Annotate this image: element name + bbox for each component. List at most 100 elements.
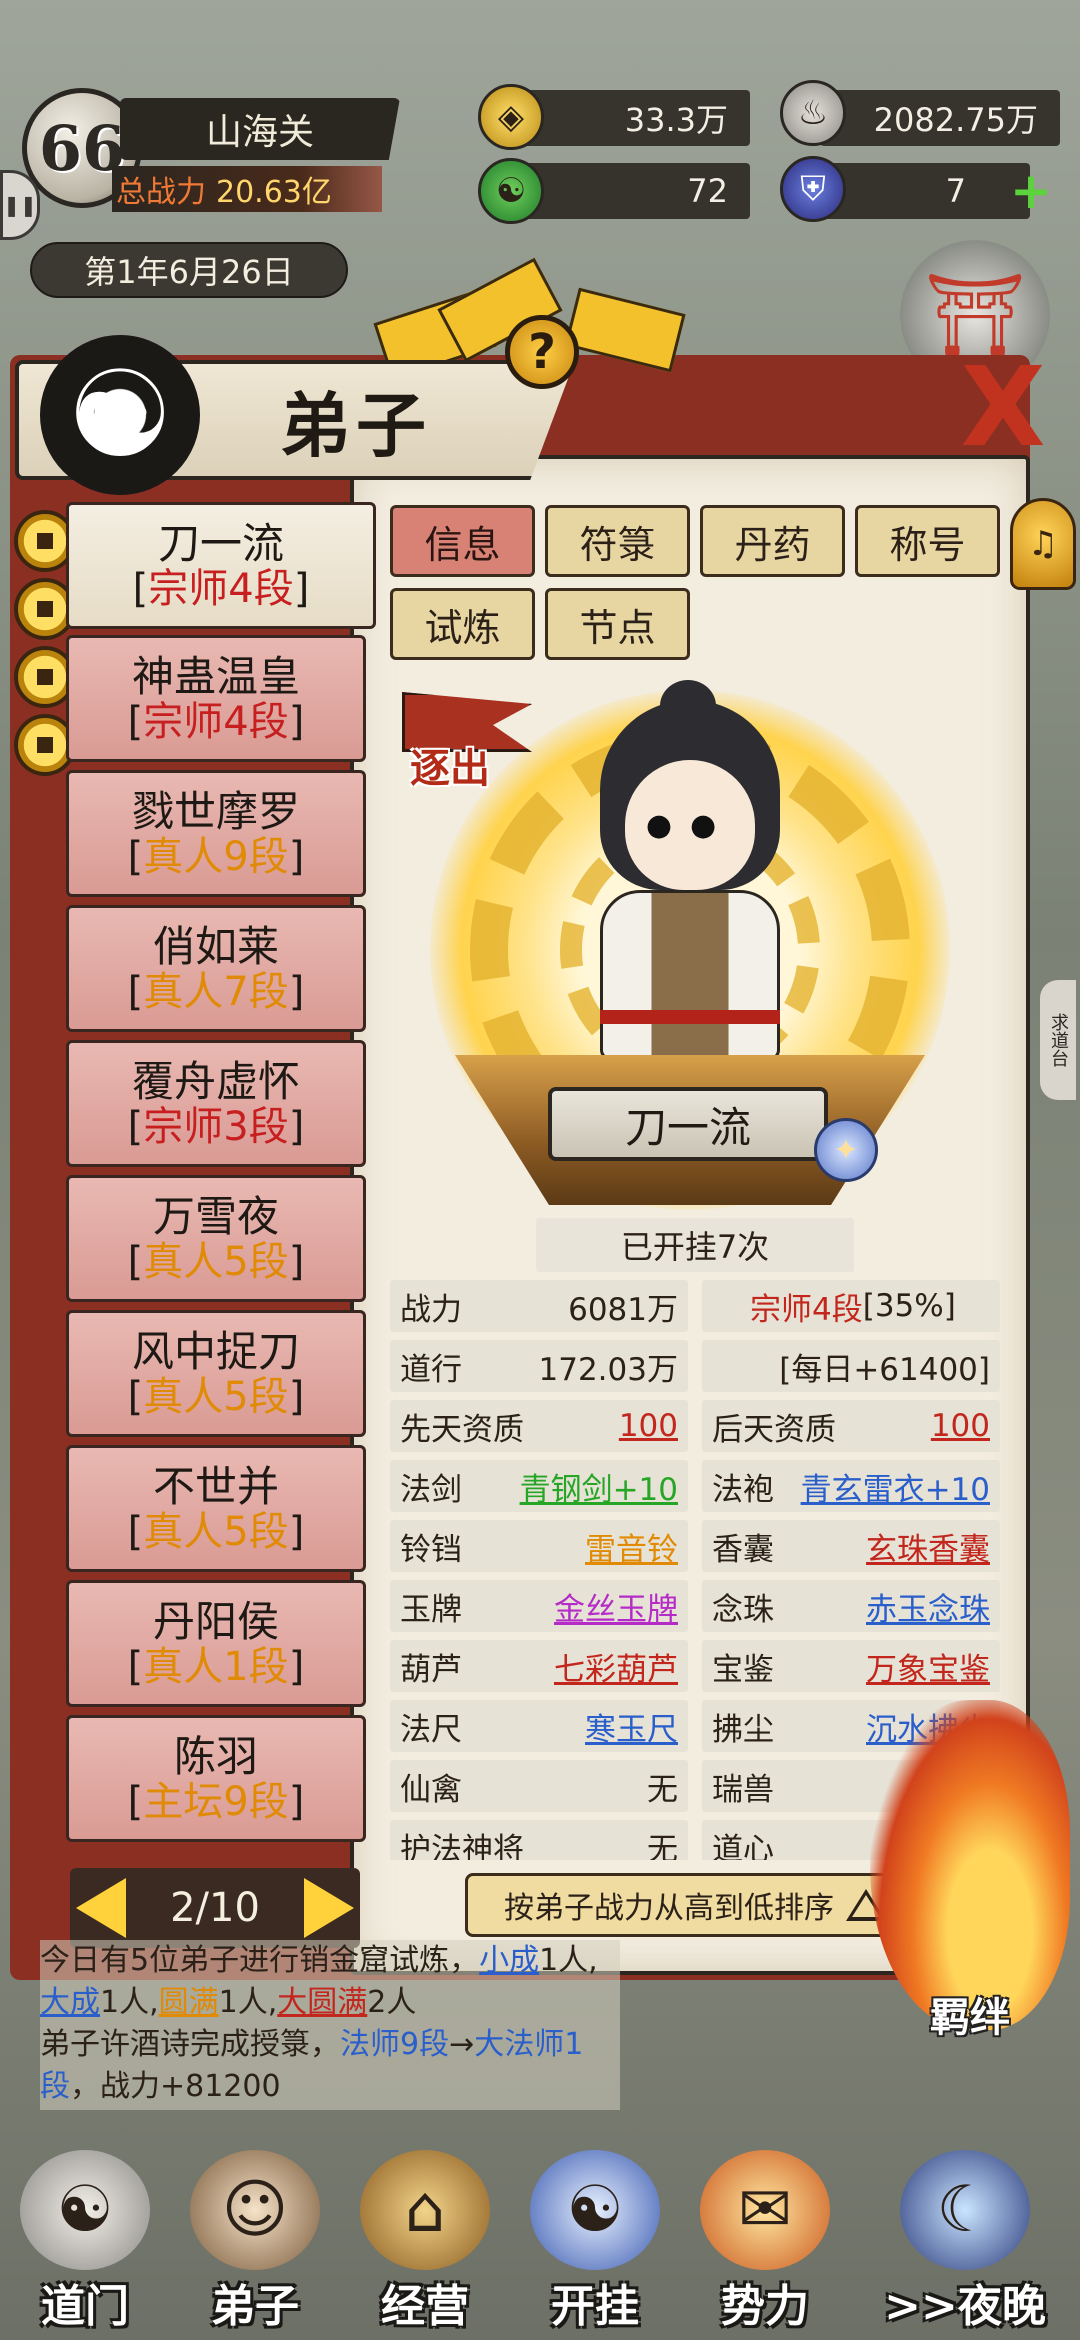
- log-link[interactable]: 圆满: [159, 1985, 219, 2020]
- stat-rank-value: 宗师4段: [750, 1291, 863, 1328]
- tab-talisman[interactable]: 符箓: [545, 505, 690, 577]
- nav-hang[interactable]: ☯ 开挂: [510, 2130, 680, 2340]
- nav-disciple[interactable]: ☺ 弟子: [170, 2130, 340, 2340]
- disciple-rank: [宗师4段]: [127, 698, 305, 745]
- disciple-list-item[interactable]: 俏如莱 [真人7段]: [66, 905, 366, 1032]
- bond-button[interactable]: 羁绊: [930, 1985, 1010, 2043]
- stat-value[interactable]: 寒玉尺: [585, 1704, 678, 1749]
- disciple-rank: [真人1段]: [127, 1643, 305, 1690]
- close-button[interactable]: X: [958, 352, 1048, 462]
- sort-button[interactable]: 按弟子战力从高到低排序: [465, 1873, 925, 1937]
- gold-coin-icon: ◈: [478, 84, 544, 150]
- stat-cell: 战力 6081万: [390, 1280, 688, 1332]
- disciple-list-item[interactable]: 神蛊温皇 [宗师4段]: [66, 635, 366, 762]
- stat-value[interactable]: 玄珠香囊: [866, 1524, 990, 1569]
- side-tag-seek-dao[interactable]: 求道台: [1040, 980, 1076, 1100]
- stats-row: 战力 6081万 宗师4段 [35%]: [390, 1280, 1000, 1332]
- nav-business[interactable]: ⌂ 经营: [340, 2130, 510, 2340]
- disciple-list-item[interactable]: 戮世摩罗 [真人9段]: [66, 770, 366, 897]
- next-page-button[interactable]: [303, 1878, 354, 1938]
- stat-label: 法袍: [712, 1471, 774, 1508]
- tab-info[interactable]: 信息: [390, 505, 535, 577]
- stat-value: 172.03万: [538, 1351, 678, 1388]
- resource-shield[interactable]: 7: [820, 163, 1030, 219]
- disciple-rank: [真人5段]: [127, 1508, 305, 1555]
- disciple-icon: ☺: [190, 2150, 320, 2270]
- log-link[interactable]: 大成: [40, 1985, 100, 2020]
- log-text: 1人,: [539, 1943, 598, 1978]
- log-link[interactable]: 小成: [479, 1943, 539, 1978]
- stat-label: 葫芦: [400, 1651, 462, 1688]
- stat-value[interactable]: 青钢剑+10: [520, 1464, 678, 1509]
- stat-cell: 铃铛 雷音铃: [390, 1520, 688, 1572]
- stat-value[interactable]: 万象宝鉴: [866, 1644, 990, 1689]
- stats-row: 先天资质 100 后天资质 100: [390, 1400, 1000, 1452]
- disciple-portrait: ●●: [580, 680, 800, 1120]
- disciple-rank: [真人5段]: [127, 1373, 305, 1420]
- nav-faction[interactable]: ✉ 势力: [680, 2130, 850, 2340]
- stat-cell: 护法神将 无: [390, 1820, 688, 1860]
- stat-value[interactable]: 100: [619, 1408, 678, 1444]
- stat-cell: 香囊 玄珠香囊: [702, 1520, 1000, 1572]
- add-shield-button[interactable]: +: [1010, 162, 1052, 220]
- pager: 2/10: [70, 1868, 360, 1948]
- disciple-rank-text: 宗师3段: [143, 1103, 289, 1150]
- stat-cell: 葫芦 七彩葫芦: [390, 1640, 688, 1692]
- stat-cell: [每日+61400]: [702, 1340, 1000, 1392]
- stat-value[interactable]: 100: [931, 1408, 990, 1444]
- disciple-rank-text: 真人5段: [143, 1508, 289, 1555]
- total-power-label: 总战力: [116, 175, 206, 210]
- resource-shield-value: 7: [945, 172, 966, 210]
- tab-node[interactable]: 节点: [545, 588, 690, 660]
- nav-night[interactable]: ☾ >>夜晚: [850, 2130, 1080, 2340]
- stat-cell: 宗师4段 [35%]: [702, 1280, 1000, 1332]
- stat-cell: 后天资质 100: [702, 1400, 1000, 1452]
- bell-icon[interactable]: ♫: [1010, 498, 1076, 590]
- resource-incense-value: 2082.75万: [873, 101, 1038, 139]
- expel-button[interactable]: 逐出: [402, 692, 542, 792]
- nav-daomen[interactable]: ☯ 道门: [0, 2130, 170, 2340]
- resource-incense[interactable]: 2082.75万: [820, 90, 1060, 146]
- nav-label: 势力: [721, 2281, 809, 2332]
- stat-label: 仙禽: [400, 1771, 462, 1808]
- disciple-list-item[interactable]: 不世并 [真人5段]: [66, 1445, 366, 1572]
- stat-value[interactable]: 七彩葫芦: [554, 1644, 678, 1689]
- stat-value[interactable]: 赤玉念珠: [866, 1584, 990, 1629]
- tab-elixir[interactable]: 丹药: [700, 505, 845, 577]
- game-date: 第1年6月26日: [30, 242, 348, 298]
- hang-count: 已开挂7次: [536, 1218, 854, 1272]
- prev-page-button[interactable]: [76, 1878, 126, 1938]
- stat-label: 道心: [712, 1831, 774, 1861]
- tab-trial[interactable]: 试炼: [390, 588, 535, 660]
- tab-title[interactable]: 称号: [855, 505, 1000, 577]
- shop-icon: ⌂: [360, 2150, 490, 2270]
- stat-value[interactable]: 金丝玉牌: [554, 1584, 678, 1629]
- disciple-list-item[interactable]: 刀一流 [宗师4段]: [66, 502, 376, 629]
- stat-value[interactable]: 雷音铃: [585, 1524, 678, 1569]
- log-link[interactable]: 大圆满: [277, 1985, 367, 2020]
- stat-label: 法剑: [400, 1471, 462, 1508]
- nav-label: 弟子: [211, 2281, 299, 2332]
- disciple-rank-text: 宗师4段: [143, 698, 289, 745]
- disciple-list-item[interactable]: 丹阳侯 [真人1段]: [66, 1580, 366, 1707]
- jade-swirl-icon: ☯: [478, 158, 544, 224]
- resource-gold[interactable]: 33.3万: [520, 90, 750, 146]
- help-button[interactable]: ?: [505, 315, 579, 389]
- portrait-face: ●●: [625, 760, 755, 890]
- log-text: 今日有5位弟子进行销金窟试炼，: [40, 1943, 480, 1978]
- disciple-list-item[interactable]: 覆舟虚怀 [宗师3段]: [66, 1040, 366, 1167]
- stat-label: 宝鉴: [712, 1651, 774, 1688]
- disciple-list-item[interactable]: 陈羽 [主坛9段]: [66, 1715, 366, 1842]
- stat-value: 无: [647, 1771, 678, 1808]
- disciple-name: 不世并: [152, 1461, 279, 1511]
- disciple-list-item[interactable]: 风中捉刀 [真人5段]: [66, 1310, 366, 1437]
- stats-row: 法剑 青钢剑+10 法袍 青玄雷衣+10: [390, 1460, 1000, 1512]
- disciple-name: 丹阳侯: [152, 1596, 279, 1646]
- stat-cell: 念珠 赤玉念珠: [702, 1580, 1000, 1632]
- stat-value[interactable]: 青玄雷衣+10: [801, 1464, 990, 1509]
- disciple-list-item[interactable]: 万雪夜 [真人5段]: [66, 1175, 366, 1302]
- taiji-icon: ☯: [40, 335, 200, 495]
- resource-jade[interactable]: 72: [520, 163, 750, 219]
- log-link[interactable]: 法师9段: [340, 2027, 449, 2062]
- side-tag-label: 求道台: [1048, 1013, 1069, 1067]
